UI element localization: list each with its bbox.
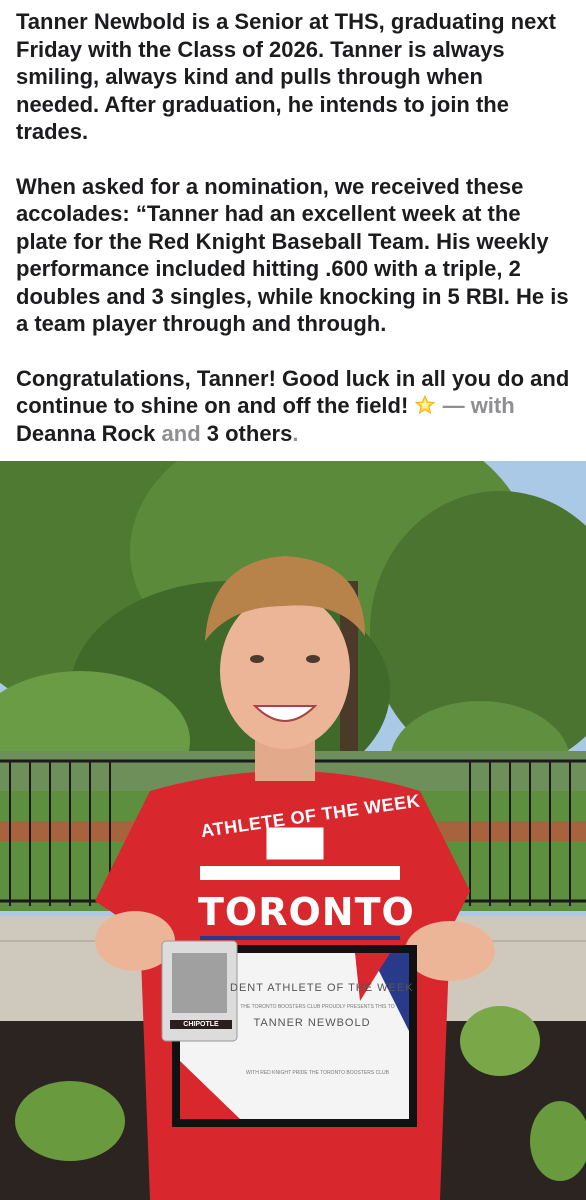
post-photo[interactable]	[0, 461, 586, 1200]
glowing-star-icon	[415, 394, 436, 415]
post-paragraph-2: When asked for a nomination, we received…	[16, 173, 569, 337]
others-link[interactable]: 3 others	[207, 421, 293, 446]
and-label: and	[161, 420, 201, 446]
certificate-name: TANNER NEWBOLD	[253, 1017, 371, 1029]
period: .	[292, 420, 299, 446]
post-paragraph-3: Congratulations, Tanner! Good luck in al…	[16, 365, 572, 448]
post-paragraph-1: Tanner Newbold is a Senior at THS, gradu…	[16, 9, 556, 144]
shirt-line-2: TORONTO	[198, 890, 415, 934]
certificate-footer: WITH RED KNIGHT PRIDE THE TORONTO BOOSTE…	[246, 1070, 389, 1076]
certificate-presenter: THE TORONTO BOOSTERS CLUB PROUDLY PRESEN…	[240, 1004, 395, 1010]
photo-illustration	[0, 461, 586, 1200]
gift-card-brand: CHIPOTLE	[170, 1020, 232, 1029]
post-text: Tanner Newbold is a Senior at THS, gradu…	[16, 8, 572, 474]
dash: —	[442, 393, 465, 418]
with-label: with	[470, 393, 515, 418]
certificate-title: DENT ATHLETE OF THE WEEK	[230, 982, 414, 994]
tagged-person-link[interactable]: Deanna Rock	[16, 421, 155, 446]
